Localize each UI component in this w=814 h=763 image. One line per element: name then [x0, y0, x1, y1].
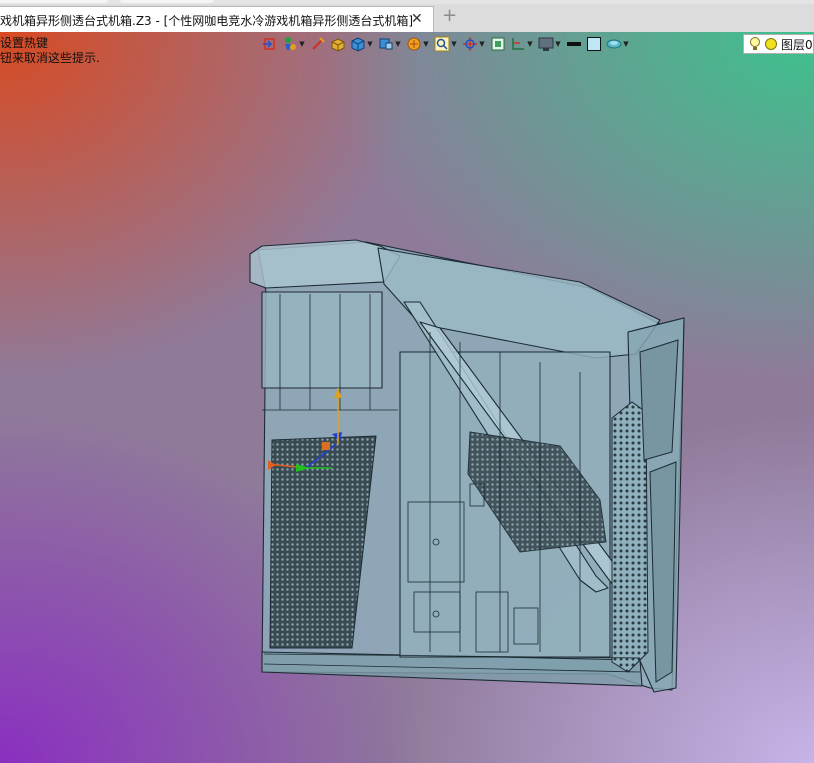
chevron-down-icon[interactable]: ▼	[622, 36, 630, 52]
layer-shape-icon[interactable]	[606, 36, 622, 52]
render-icon[interactable]	[406, 36, 422, 52]
exit-button[interactable]	[262, 34, 278, 54]
view-icon[interactable]	[378, 36, 394, 52]
layer-selector[interactable]: 图层0	[743, 34, 814, 54]
view-button[interactable]: ▼	[378, 34, 402, 54]
display-button[interactable]: ▼	[538, 34, 562, 54]
axis-button[interactable]: ▼	[510, 34, 534, 54]
frame-icon[interactable]	[490, 36, 506, 52]
line-icon[interactable]	[566, 36, 582, 52]
sun-icon[interactable]	[764, 37, 778, 51]
filter-button[interactable]: ▼	[282, 34, 306, 54]
top-tab-segment[interactable]	[0, 0, 108, 3]
window-top-strip	[0, 0, 814, 4]
cube-button[interactable]: ▼	[350, 34, 374, 54]
document-tab-title: 戏机箱异形侧透台式机箱.Z3 - [个性网咖电竞水冷游戏机箱异形侧透台式机箱]	[0, 14, 413, 28]
frame-button[interactable]	[490, 34, 506, 54]
pick-button[interactable]	[310, 34, 326, 54]
pc-case-model[interactable]	[0, 32, 814, 763]
chevron-down-icon[interactable]: ▼	[554, 36, 562, 52]
new-tab-button[interactable]: +	[442, 7, 457, 25]
lightbulb-icon[interactable]	[748, 36, 762, 52]
chevron-down-icon[interactable]: ▼	[422, 36, 430, 52]
filter-icon[interactable]	[282, 36, 298, 52]
chevron-down-icon[interactable]: ▼	[450, 36, 458, 52]
line-style-button[interactable]	[566, 34, 582, 54]
exit-icon[interactable]	[262, 36, 278, 52]
hint-line-1: 设置热键	[0, 36, 49, 50]
case-top-cap	[249, 239, 401, 289]
pick-icon[interactable]	[310, 36, 326, 52]
display-icon[interactable]	[538, 36, 554, 52]
cube-shaded-icon[interactable]	[330, 36, 346, 52]
chevron-down-icon[interactable]: ▼	[394, 36, 402, 52]
layer-shape-button[interactable]: ▼	[606, 34, 630, 54]
chevron-down-icon[interactable]: ▼	[366, 36, 374, 52]
document-tab[interactable]: 戏机箱异形侧透台式机箱.Z3 - [个性网咖电竞水冷游戏机箱异形侧透台式机箱] …	[0, 6, 434, 32]
render-button[interactable]: ▼	[406, 34, 430, 54]
tab-bar: 戏机箱异形侧透台式机箱.Z3 - [个性网咖电竞水冷游戏机箱异形侧透台式机箱] …	[0, 0, 814, 33]
view-toolbar: ▼ ▼ ▼ ▼ ▼ ▼ ▼ ▼ ▼	[262, 34, 634, 54]
cube-icon[interactable]	[350, 36, 366, 52]
top-tab-segment[interactable]	[120, 0, 214, 3]
shaded-cube-button[interactable]	[330, 34, 346, 54]
color-swatch-button[interactable]	[586, 34, 602, 54]
rotate-button[interactable]: ▼	[462, 34, 486, 54]
rotate-icon[interactable]	[462, 36, 478, 52]
chevron-down-icon[interactable]: ▼	[526, 36, 534, 52]
front-slot-top	[639, 339, 679, 461]
hint-line-2: 钮来取消这些提示.	[0, 51, 100, 65]
color-swatch-icon[interactable]	[586, 36, 602, 52]
close-tab-icon[interactable]: ✕	[411, 10, 423, 28]
3d-viewport[interactable]: 设置热键 钮来取消这些提示. ▼ ▼ ▼ ▼ ▼ ▼ ▼ ▼ ▼ 图层0	[0, 32, 814, 763]
chevron-down-icon[interactable]: ▼	[298, 36, 306, 52]
layer-name: 图层0	[781, 37, 813, 52]
chevron-down-icon[interactable]: ▼	[478, 36, 486, 52]
front-vent-strip	[611, 401, 649, 673]
hint-text: 设置热键 钮来取消这些提示.	[0, 36, 100, 66]
axis-icon[interactable]	[510, 36, 526, 52]
zoom-icon[interactable]	[434, 36, 450, 52]
zoom-button[interactable]: ▼	[434, 34, 458, 54]
